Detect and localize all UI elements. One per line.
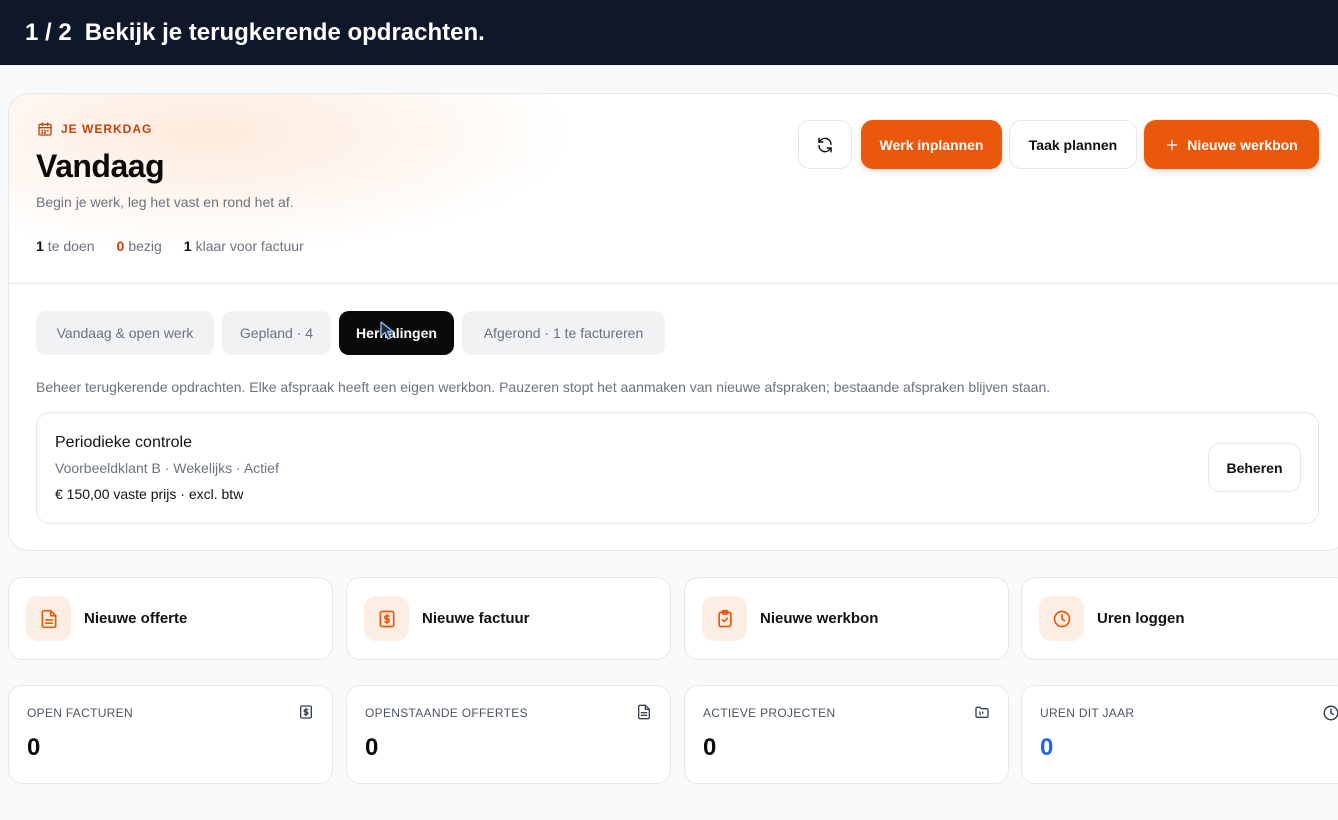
quick-action-label: Uren loggen bbox=[1097, 610, 1185, 627]
workday-eyebrow-label: JE WERKDAG bbox=[61, 122, 153, 136]
workday-eyebrow: JE WERKDAG bbox=[37, 121, 152, 137]
refresh-button[interactable] bbox=[798, 120, 852, 169]
metric-label: ACTIEVE PROJECTEN bbox=[703, 706, 836, 720]
plan-task-button[interactable]: Taak plannen bbox=[1009, 120, 1137, 169]
metric-value: 0 bbox=[703, 734, 717, 761]
quick-action-label: Nieuwe werkbon bbox=[760, 610, 879, 627]
recurring-item: Periodieke controle Voorbeeldklant B · W… bbox=[36, 412, 1319, 524]
folder-icon bbox=[975, 706, 989, 718]
metric-label: OPENSTAANDE OFFERTES bbox=[365, 706, 528, 720]
tab-completed[interactable]: Afgerond · 1 te factureren bbox=[462, 311, 665, 355]
invoice-icon bbox=[300, 705, 312, 719]
quick-action-label: Nieuwe offerte bbox=[84, 610, 188, 627]
refresh-icon bbox=[818, 137, 832, 152]
stat-todo-count: 1 bbox=[36, 238, 44, 254]
tutorial-banner: 1 / 2 Bekijk je terugkerende opdrachten. bbox=[0, 0, 1338, 65]
clipboard-check-icon bbox=[717, 609, 732, 627]
quick-action-log-hours[interactable]: Uren loggen bbox=[1021, 577, 1338, 660]
quick-action-new-work-order[interactable]: Nieuwe werkbon bbox=[684, 577, 1009, 660]
mouse-cursor-icon bbox=[380, 321, 394, 340]
document-icon bbox=[41, 609, 57, 628]
quick-action-icon-box bbox=[1039, 596, 1084, 641]
quick-action-label: Nieuwe factuur bbox=[422, 610, 530, 627]
quick-action-new-quote[interactable]: Nieuwe offerte bbox=[8, 577, 333, 660]
metric-hours-this-year[interactable]: UREN DIT JAAR 0 bbox=[1021, 685, 1338, 784]
metric-open-quotes[interactable]: OPENSTAANDE OFFERTES 0 bbox=[346, 685, 671, 784]
workday-card: JE WERKDAG Vandaag Begin je werk, leg he… bbox=[8, 93, 1338, 551]
recurring-item-price: € 150,00 vaste prijs · excl. btw bbox=[55, 486, 244, 502]
clock-icon bbox=[1053, 610, 1070, 627]
metric-open-invoices[interactable]: OPEN FACTUREN 0 bbox=[8, 685, 333, 784]
quick-action-icon-box bbox=[702, 596, 747, 641]
recurring-description: Beheer terugkerende opdrachten. Elke afs… bbox=[36, 379, 1051, 395]
metric-value: 0 bbox=[365, 734, 379, 761]
quick-action-icon-box bbox=[26, 596, 71, 641]
tab-today-open-work[interactable]: Vandaag & open werk bbox=[36, 311, 214, 355]
stat-todo-label: te doen bbox=[47, 238, 95, 254]
plus-icon bbox=[1166, 139, 1178, 150]
metric-value: 0 bbox=[27, 734, 41, 761]
tutorial-step-text: Bekijk je terugkerende opdrachten. bbox=[84, 18, 485, 46]
metric-value: 0 bbox=[1040, 734, 1054, 761]
quick-action-icon-box bbox=[364, 596, 409, 641]
stat-ready-count: 1 bbox=[183, 238, 192, 254]
tutorial-step-counter: 1 / 2 bbox=[25, 18, 72, 46]
stat-ready: 1 klaar voor factuur bbox=[184, 238, 304, 254]
stat-busy-label: bezig bbox=[128, 238, 162, 254]
schedule-work-button[interactable]: Werk inplannen bbox=[861, 120, 1002, 169]
card-glow-decoration bbox=[9, 94, 1338, 284]
workday-stats: 1 te doen 0 bezig 1 klaar voor factuur bbox=[36, 238, 304, 254]
clock-icon bbox=[1323, 705, 1338, 721]
new-work-order-button[interactable]: Nieuwe werkbon bbox=[1144, 120, 1319, 169]
manage-button[interactable]: Beheren bbox=[1208, 443, 1301, 492]
new-work-order-label: Nieuwe werkbon bbox=[1187, 136, 1298, 153]
stat-ready-label: klaar voor factuur bbox=[195, 238, 304, 254]
section-divider bbox=[9, 283, 1338, 284]
page-subtitle: Begin je werk, leg het vast en rond het … bbox=[36, 194, 294, 210]
calendar-icon bbox=[38, 122, 52, 136]
recurring-item-title: Periodieke controle bbox=[55, 434, 192, 451]
stat-todo: 1 te doen bbox=[36, 238, 95, 254]
invoice-icon bbox=[379, 610, 394, 627]
document-icon bbox=[638, 704, 650, 720]
tab-recurring[interactable]: Herhalingen bbox=[339, 311, 454, 355]
quick-action-new-invoice[interactable]: Nieuwe factuur bbox=[346, 577, 671, 660]
metric-active-projects[interactable]: ACTIEVE PROJECTEN 0 bbox=[684, 685, 1009, 784]
metric-label: UREN DIT JAAR bbox=[1040, 706, 1135, 720]
stat-busy: 0 bezig bbox=[117, 238, 162, 254]
page-title: Vandaag bbox=[36, 148, 165, 184]
tab-scheduled[interactable]: Gepland · 4 bbox=[222, 311, 331, 355]
metric-label: OPEN FACTUREN bbox=[27, 706, 133, 720]
stat-busy-count: 0 bbox=[116, 238, 125, 254]
recurring-item-meta: Voorbeeldklant B · Wekelijks · Actief bbox=[55, 460, 279, 476]
